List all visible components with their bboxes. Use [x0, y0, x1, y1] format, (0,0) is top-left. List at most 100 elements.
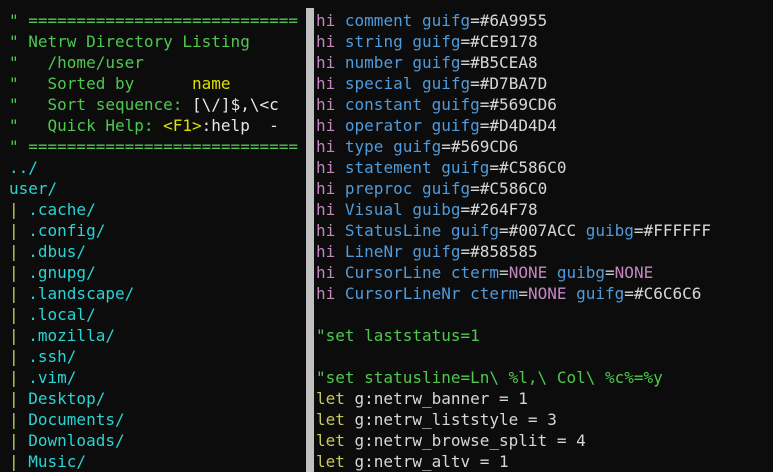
netrw-line[interactable]: | .vim/ [9, 367, 306, 388]
text-segment: =#D7BA7D [470, 74, 548, 93]
vimrc-editor-pane[interactable]: hi comment guifg=#6A9955 hi string guifg=… [314, 0, 773, 472]
netrw-line[interactable]: | .cache/ [9, 199, 306, 220]
text-segment: guifg [393, 137, 442, 156]
text-segment: .ssh/ [28, 347, 77, 366]
text-segment: .config/ [28, 221, 106, 240]
text-segment: | [9, 326, 29, 345]
editor-line[interactable]: let g:netrw_banner = 1 [316, 388, 773, 409]
netrw-line[interactable]: | .landscape/ [9, 283, 306, 304]
text-segment: g:netrw_browse_split [354, 431, 548, 450]
text-segment: = [547, 431, 577, 450]
text-segment: hi [316, 284, 345, 303]
editor-line[interactable]: hi operator guifg=#D4D4D4 [316, 115, 773, 136]
text-segment: NONE [614, 263, 654, 282]
text-segment: | [9, 284, 29, 303]
text-segment: guibg [412, 200, 461, 219]
editor-line[interactable]: hi CursorLineNr cterm=NONE guifg=#C6C6C6 [316, 283, 773, 304]
text-segment: cterm [450, 263, 500, 282]
text-segment: " Sort sequence: [9, 95, 193, 114]
netrw-line[interactable]: | Desktop/ [9, 388, 306, 409]
text-segment: | [9, 242, 29, 261]
editor-line[interactable]: hi Visual guibg=#264F78 [316, 199, 773, 220]
text-segment: name [192, 74, 231, 93]
netrw-line[interactable]: " Sorted by name [9, 73, 306, 94]
netrw-line[interactable]: ../ [9, 157, 306, 178]
editor-line[interactable] [316, 346, 773, 367]
text-segment: ../ [9, 158, 38, 177]
text-segment: | [9, 305, 29, 324]
text-segment: guifg [421, 179, 471, 198]
editor-line[interactable]: let g:netrw_altv = 1 [316, 451, 773, 472]
text-segment: " Sorted by [9, 74, 193, 93]
text-segment: " ============================ [9, 11, 298, 30]
editor-line[interactable]: hi number guifg=#B5CEA8 [316, 52, 773, 73]
text-segment: hi [316, 200, 345, 219]
netrw-line[interactable]: " Quick Help: <F1>:help - [9, 115, 306, 136]
editor-line[interactable] [316, 304, 773, 325]
editor-line[interactable]: hi preproc guifg=#C586C0 [316, 178, 773, 199]
text-segment: StatusLine [344, 221, 442, 240]
editor-line[interactable]: hi special guifg=#D7BA7D [316, 73, 773, 94]
text-segment: | [9, 263, 29, 282]
netrw-line[interactable]: | .gnupg/ [9, 262, 306, 283]
text-segment: | [9, 431, 29, 450]
netrw-line[interactable]: | .dbus/ [9, 241, 306, 262]
netrw-listing[interactable]: " ============================ " Netrw Di… [9, 10, 306, 472]
text-segment [566, 284, 576, 303]
netrw-line[interactable]: " ============================ [9, 136, 306, 157]
text-segment: .landscape/ [28, 284, 135, 303]
editor-buffer[interactable]: hi comment guifg=#6A9955 hi string guifg=… [316, 10, 773, 472]
text-segment [403, 53, 413, 72]
netrw-line[interactable]: " Netrw Directory Listing [9, 31, 306, 52]
text-segment: 1 [518, 389, 528, 408]
text-segment: = [518, 284, 528, 303]
text-segment: 3 [547, 410, 557, 429]
text-segment: CursorLineNr [344, 284, 461, 303]
netrw-line[interactable]: " /home/user [9, 52, 306, 73]
text-segment: g:netrw_liststyle [354, 410, 519, 429]
netrw-line[interactable]: | .config/ [9, 220, 306, 241]
text-segment: constant [344, 95, 422, 114]
netrw-line[interactable]: | Downloads/ [9, 430, 306, 451]
netrw-line[interactable]: " ============================ [9, 10, 306, 31]
text-segment: =#B5CEA8 [460, 53, 538, 72]
editor-line[interactable]: hi LineNr guifg=#858585 [316, 241, 773, 262]
text-segment: =#569CD6 [479, 95, 557, 114]
text-segment: "set laststatus=1 [316, 326, 480, 345]
editor-line[interactable]: hi CursorLine cterm=NONE guibg=NONE [316, 262, 773, 283]
netrw-file-browser-pane[interactable]: " ============================ " Netrw Di… [0, 0, 306, 472]
text-segment: guifg [441, 158, 490, 177]
netrw-line[interactable]: | Documents/ [9, 409, 306, 430]
editor-line[interactable]: hi StatusLine guifg=#007ACC guibg=#FFFFF… [316, 220, 773, 241]
text-segment: Downloads/ [28, 431, 125, 450]
editor-line[interactable]: let g:netrw_liststyle = 3 [316, 409, 773, 430]
netrw-line[interactable]: | .mozilla/ [9, 325, 306, 346]
text-segment: operator [344, 116, 422, 135]
text-segment: =#D4D4D4 [479, 116, 557, 135]
text-segment [461, 284, 471, 303]
vertical-split-separator[interactable] [306, 8, 314, 472]
text-segment: | [9, 452, 29, 471]
netrw-line[interactable]: | .local/ [9, 304, 306, 325]
text-segment: hi [316, 242, 345, 261]
text-segment: let [316, 389, 355, 408]
text-segment: | [9, 368, 29, 387]
text-segment: =#007ACC [499, 221, 586, 240]
netrw-line[interactable]: | Music/ [9, 451, 306, 472]
editor-line[interactable]: let g:netrw_browse_split = 4 [316, 430, 773, 451]
netrw-line[interactable]: | .ssh/ [9, 346, 306, 367]
editor-line[interactable]: "set laststatus=1 [316, 325, 773, 346]
editor-line[interactable]: "set statusline=Ln\ %l,\ Col\ %c%=%y [316, 367, 773, 388]
text-segment: Music/ [28, 452, 87, 471]
editor-line[interactable]: hi type guifg=#569CD6 [316, 136, 773, 157]
netrw-line[interactable]: " Sort sequence: [\/]$,\<c [9, 94, 306, 115]
text-segment: =#FFFFFF [633, 221, 711, 240]
netrw-line[interactable]: user/ [9, 178, 306, 199]
text-segment: =#858585 [460, 242, 538, 261]
editor-line[interactable]: hi comment guifg=#6A9955 [316, 10, 773, 31]
editor-line[interactable]: hi statement guifg=#C586C0 [316, 157, 773, 178]
editor-line[interactable]: hi string guifg=#CE9178 [316, 31, 773, 52]
editor-line[interactable]: hi constant guifg=#569CD6 [316, 94, 773, 115]
text-segment: = [518, 410, 548, 429]
text-segment: g:netrw_banner [354, 389, 490, 408]
